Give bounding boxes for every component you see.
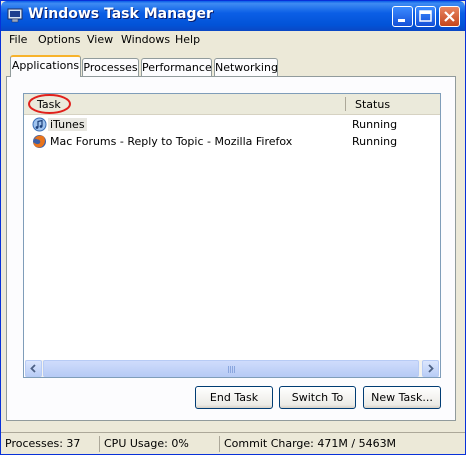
minimize-button[interactable]: [392, 6, 413, 27]
task-name: iTunes: [48, 118, 87, 131]
task-list[interactable]: Task Status iTunes Running Mac Forums - …: [23, 93, 441, 378]
itunes-icon: [32, 117, 47, 132]
maximize-icon: [419, 10, 432, 22]
tab-applications[interactable]: Applications: [10, 55, 81, 77]
task-manager-icon: [7, 8, 23, 23]
scroll-right-button[interactable]: [422, 360, 439, 377]
menu-view[interactable]: View: [87, 33, 113, 46]
switch-to-button[interactable]: Switch To: [279, 386, 356, 409]
chevron-right-icon: [428, 364, 434, 373]
chevron-left-icon: [30, 364, 36, 373]
close-button[interactable]: [439, 6, 460, 27]
commit-charge: Commit Charge: 471M / 5463M: [224, 437, 397, 450]
minimize-icon: [398, 19, 405, 22]
list-header: Task Status: [24, 94, 440, 115]
title-bar[interactable]: Windows Task Manager: [1, 1, 465, 31]
task-status: Running: [352, 135, 398, 148]
scroll-left-button[interactable]: [25, 360, 42, 377]
close-icon: [444, 11, 455, 22]
scroll-thumb[interactable]: [43, 360, 419, 377]
menu-file[interactable]: File: [9, 33, 27, 46]
table-row[interactable]: iTunes Running: [24, 116, 440, 133]
tab-networking[interactable]: Networking: [214, 58, 278, 76]
cpu-usage: CPU Usage: 0%: [104, 437, 189, 450]
horizontal-scrollbar[interactable]: [25, 360, 439, 377]
menu-bar: File Options View Windows Help: [1, 31, 465, 49]
scroll-grip: [228, 366, 236, 373]
end-task-button[interactable]: End Task: [195, 386, 273, 409]
new-task-button[interactable]: New Task...: [363, 386, 441, 409]
column-divider[interactable]: [345, 97, 346, 111]
highlight-circle: [28, 94, 71, 114]
menu-help[interactable]: Help: [175, 33, 200, 46]
task-name: Mac Forums - Reply to Topic - Mozilla Fi…: [50, 135, 293, 148]
status-bar: Processes: 37 CPU Usage: 0% Commit Charg…: [1, 432, 465, 455]
task-status: Running: [352, 118, 398, 131]
firefox-icon: [33, 135, 46, 148]
column-header-status[interactable]: Status: [355, 98, 390, 111]
window-title: Windows Task Manager: [28, 6, 213, 22]
tab-performance[interactable]: Performance: [141, 58, 212, 76]
tab-processes[interactable]: Processes: [82, 58, 139, 76]
table-row[interactable]: Mac Forums - Reply to Topic - Mozilla Fi…: [24, 133, 440, 150]
menu-windows[interactable]: Windows: [121, 33, 170, 46]
processes-count: Processes: 37: [5, 437, 81, 450]
maximize-button[interactable]: [415, 6, 436, 27]
task-manager-window: Windows Task Manager File Options View W…: [0, 0, 466, 455]
menu-options[interactable]: Options: [38, 33, 80, 46]
